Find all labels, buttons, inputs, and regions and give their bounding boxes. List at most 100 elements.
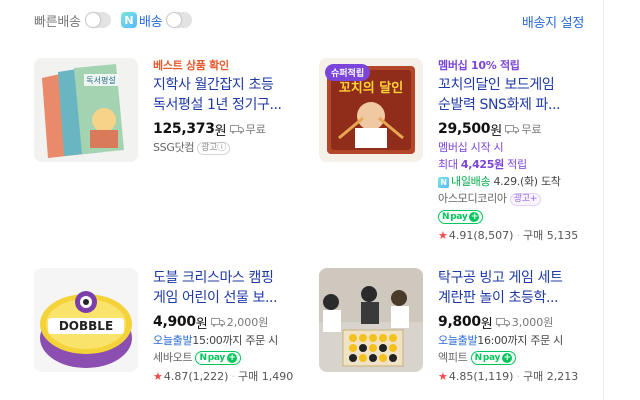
seller-name[interactable]: 세바오트 bbox=[153, 351, 193, 364]
purchase-label: 구매 bbox=[522, 370, 544, 383]
purchase-count: 1,490 bbox=[261, 370, 294, 383]
product-title-line[interactable]: 탁구공 빙고 게임 세트 bbox=[438, 268, 588, 288]
max-points-prefix: 최대 bbox=[438, 158, 458, 171]
naver-pay-badge: Npay + bbox=[438, 210, 484, 224]
max-points-value: 4,425원 bbox=[460, 158, 504, 171]
column-divider bbox=[603, 0, 604, 400]
currency-unit: 원 bbox=[214, 123, 227, 139]
max-points-row: 최대 4,425원 적립 bbox=[438, 156, 588, 173]
rating-row: ★4.85(1,119) · 구매 2,213 bbox=[438, 370, 579, 383]
review-count[interactable]: (1,222) bbox=[188, 370, 228, 383]
product-title-line[interactable]: 게임 어린이 선물 보... bbox=[153, 288, 305, 308]
shipping-fee: 무료 bbox=[245, 123, 266, 136]
ad-badge[interactable]: 광고+ bbox=[509, 192, 541, 206]
price-row: 4,900 원 2,000원 bbox=[153, 312, 305, 332]
dispatch-row: 오늘출발15:00까지 주문 시 bbox=[153, 332, 305, 349]
product-thumbnail[interactable]: 꼬치의 달인 슈퍼적립 bbox=[319, 58, 423, 162]
seller-name[interactable]: 엑피트 bbox=[438, 351, 468, 364]
purchase-label: 구매 bbox=[522, 229, 544, 242]
currency-unit: 원 bbox=[195, 316, 208, 332]
naver-delivery-filter[interactable]: N 배송 bbox=[121, 10, 193, 30]
product-title-line[interactable]: 도블 크리스마스 캠핑 bbox=[153, 268, 305, 288]
dispatch-time: 16:00까지 주문 시 bbox=[477, 334, 563, 347]
truck-icon bbox=[229, 125, 244, 134]
product-title-line[interactable]: 독서평설 1년 정기구... bbox=[153, 95, 305, 115]
product-price: 125,373 bbox=[153, 121, 215, 137]
product-title[interactable]: 탁구공 빙고 게임 세트 계란판 놀이 초등학... bbox=[438, 268, 588, 308]
review-count[interactable]: (8,507) bbox=[473, 229, 513, 242]
dispatch-row: 오늘출발16:00까지 주문 시 bbox=[438, 332, 588, 349]
rating-value: 4.85 bbox=[448, 370, 474, 383]
shipping-fee: 2,000원 bbox=[226, 316, 269, 329]
star-icon: ★ bbox=[438, 370, 448, 383]
membership-start-text: 멤버십 시작 시 bbox=[438, 141, 504, 154]
seller-name[interactable]: SSG닷컴 bbox=[153, 141, 195, 154]
product-title[interactable]: 도블 크리스마스 캠핑 게임 어린이 선물 보... bbox=[153, 268, 305, 308]
product-price: 4,900 bbox=[153, 314, 196, 330]
naver-pay-badge: Npay + bbox=[470, 351, 517, 365]
naver-pay-badge: Npay + bbox=[195, 351, 241, 365]
product-thumbnail[interactable]: 독서평설 bbox=[34, 58, 138, 162]
best-product-tag[interactable]: 베스트 상품 확인 bbox=[153, 58, 305, 73]
naver-delivery-icon: N bbox=[438, 176, 449, 188]
seller-row: 아스모디코리아 광고+ bbox=[438, 190, 588, 207]
super-points-badge: 슈퍼적립 bbox=[325, 64, 371, 81]
purchase-count: 2,213 bbox=[546, 370, 579, 383]
dispatch-time: 15:00까지 주문 시 bbox=[192, 334, 278, 347]
naver-delivery-toggle[interactable] bbox=[166, 12, 193, 28]
product-price: 9,800 bbox=[438, 314, 481, 330]
naver-pay-label: pay bbox=[207, 352, 226, 363]
product-title-line[interactable]: 꼬치의달인 보드게임 bbox=[438, 75, 588, 95]
product-price: 29,500 bbox=[438, 121, 491, 137]
naver-delivery-icon: N bbox=[121, 12, 137, 28]
delivery-label: 내일배송 bbox=[451, 175, 491, 188]
currency-unit: 원 bbox=[490, 123, 503, 139]
rating-row: ★4.91(8,507) · 구매 5,135 bbox=[438, 229, 579, 242]
truck-icon bbox=[210, 318, 225, 327]
product-title[interactable]: 꼬치의달인 보드게임 순발력 SNS화제 파... bbox=[438, 75, 588, 115]
naver-pay-label: pay bbox=[482, 352, 501, 363]
npay-row: Npay + bbox=[438, 208, 588, 225]
fast-delivery-filter[interactable]: 빠른배송 bbox=[34, 10, 111, 30]
seller-row: 엑피트 Npay + bbox=[438, 349, 588, 366]
rating-value: 4.87 bbox=[163, 370, 189, 383]
game-title-text: 꼬치의 달인 bbox=[339, 80, 403, 96]
shipping-fee: 무료 bbox=[521, 123, 542, 136]
magazine-title-text: 독서평설 bbox=[86, 75, 115, 85]
shipping-fee: 3,000원 bbox=[511, 316, 554, 329]
product-thumbnail[interactable] bbox=[319, 268, 423, 372]
price-row: 9,800 원 3,000원 bbox=[438, 312, 588, 332]
review-count[interactable]: (1,119) bbox=[473, 370, 513, 383]
seller-row: 세바오트 Npay + bbox=[153, 349, 305, 366]
shipping-address-setting-link[interactable]: 배송지 설정 bbox=[522, 12, 584, 31]
product-title-line[interactable]: 계란판 놀이 초등학... bbox=[438, 288, 588, 308]
delivery-date: 4.29.(화) 도착 bbox=[493, 175, 561, 188]
game-title-text: DOBBLE bbox=[59, 319, 113, 333]
product-title[interactable]: 지학사 월간잡지 초등 독서평설 1년 정기구... bbox=[153, 75, 305, 115]
purchase-label: 구매 bbox=[237, 370, 259, 383]
price-row: 125,373 원 무료 bbox=[153, 119, 305, 139]
max-points-suffix: 적립 bbox=[507, 158, 527, 171]
seller-name[interactable]: 아스모디코리아 bbox=[438, 192, 507, 205]
purchase-count: 5,135 bbox=[546, 229, 579, 242]
seller-row: SSG닷컴 광고ⓘ bbox=[153, 139, 305, 156]
rating-row: ★4.87(1,222) · 구매 1,490 bbox=[153, 370, 294, 383]
product-thumbnail[interactable]: DOBBLE bbox=[34, 268, 138, 372]
rating-value: 4.91 bbox=[448, 229, 474, 242]
truck-icon bbox=[495, 318, 510, 327]
product-title-line[interactable]: 지학사 월간잡지 초등 bbox=[153, 75, 305, 95]
price-row: 29,500 원 무료 bbox=[438, 119, 588, 139]
today-dispatch-label: 오늘출발 bbox=[153, 334, 193, 347]
naver-pay-label: pay bbox=[450, 211, 468, 222]
fast-delivery-label: 빠른배송 bbox=[34, 14, 81, 30]
fast-delivery-toggle[interactable] bbox=[84, 12, 111, 28]
today-dispatch-label: 오늘출발 bbox=[438, 334, 478, 347]
currency-unit: 원 bbox=[480, 316, 493, 332]
product-title-line[interactable]: 순발력 SNS화제 파... bbox=[438, 95, 588, 115]
filter-bar: 빠른배송 N 배송 배송지 설정 bbox=[0, 0, 640, 40]
membership-points-tag: 멤버십 10% 적립 bbox=[438, 59, 520, 72]
ad-badge[interactable]: 광고ⓘ bbox=[197, 141, 230, 155]
truck-icon bbox=[505, 125, 520, 134]
naver-delivery-label: 배송 bbox=[139, 14, 163, 30]
star-icon: ★ bbox=[153, 370, 163, 383]
